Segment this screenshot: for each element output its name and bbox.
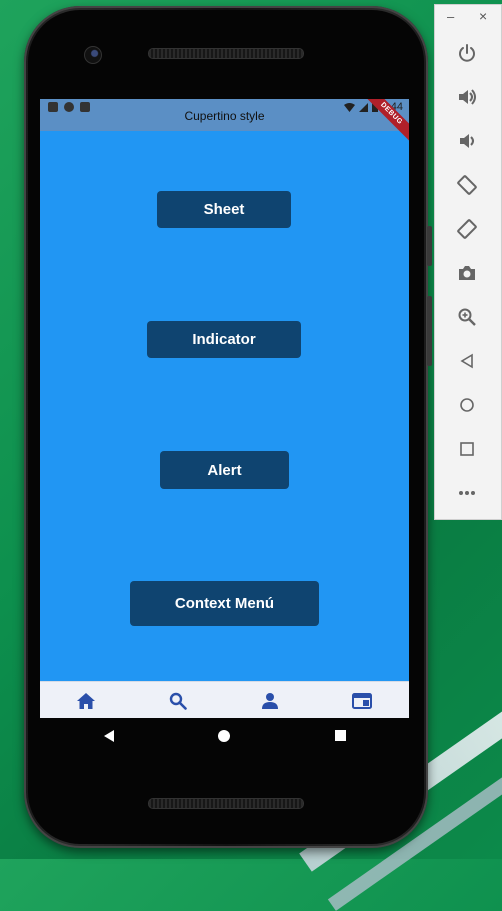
- front-camera: [84, 46, 102, 64]
- volume-up-button[interactable]: [455, 85, 479, 109]
- tab-home[interactable]: [40, 682, 132, 718]
- rotate-right-icon: [457, 219, 477, 239]
- volume-up-icon: [459, 89, 476, 105]
- volume-down-button[interactable]: [455, 129, 479, 153]
- more-icon: [459, 491, 475, 495]
- close-button[interactable]: ×: [479, 8, 487, 24]
- system-navigation-bar: [40, 718, 409, 756]
- power-button[interactable]: [427, 296, 432, 366]
- home-button[interactable]: [455, 393, 479, 417]
- overview-button[interactable]: [455, 437, 479, 461]
- bottom-speaker: [148, 798, 304, 809]
- home-icon: [77, 692, 95, 709]
- tab-search[interactable]: [132, 682, 224, 718]
- tab-window[interactable]: [316, 682, 408, 718]
- emulator-toolbar: – ×: [434, 4, 502, 520]
- indicator-button[interactable]: Indicator: [147, 321, 301, 358]
- more-button[interactable]: [455, 481, 479, 505]
- home-key-icon[interactable]: [217, 729, 231, 743]
- volume-down-icon: [460, 134, 474, 148]
- alert-button[interactable]: Alert: [160, 451, 289, 489]
- minimize-button[interactable]: –: [447, 9, 454, 24]
- overview-icon: [460, 442, 474, 456]
- power-button[interactable]: [455, 41, 479, 65]
- rotate-left-button[interactable]: [455, 173, 479, 197]
- volume-button[interactable]: [427, 226, 432, 266]
- zoom-icon: [458, 308, 476, 326]
- rotate-right-button[interactable]: [455, 217, 479, 241]
- back-icon: [460, 353, 473, 369]
- search-icon: [169, 692, 187, 710]
- window-icon: [352, 692, 372, 709]
- context-menu-button[interactable]: Context Menú: [130, 581, 319, 626]
- home-circle-icon: [460, 398, 474, 412]
- sheet-button[interactable]: Sheet: [157, 191, 291, 228]
- tab-profile[interactable]: [224, 682, 316, 718]
- rotate-left-icon: [457, 175, 477, 195]
- app-screen: 6:44 Cupertino style DEBUG Sheet Indicat…: [40, 99, 409, 718]
- back-key-icon[interactable]: [102, 729, 116, 743]
- top-speaker: [148, 48, 304, 59]
- power-icon: [459, 44, 475, 62]
- recents-key-icon[interactable]: [334, 729, 347, 742]
- person-icon: [262, 692, 278, 709]
- zoom-button[interactable]: [455, 305, 479, 329]
- back-button[interactable]: [455, 349, 479, 373]
- camera-icon: [459, 266, 475, 280]
- screenshot-button[interactable]: [455, 261, 479, 285]
- tab-bar: [40, 681, 409, 718]
- page-title: Cupertino style: [184, 109, 265, 123]
